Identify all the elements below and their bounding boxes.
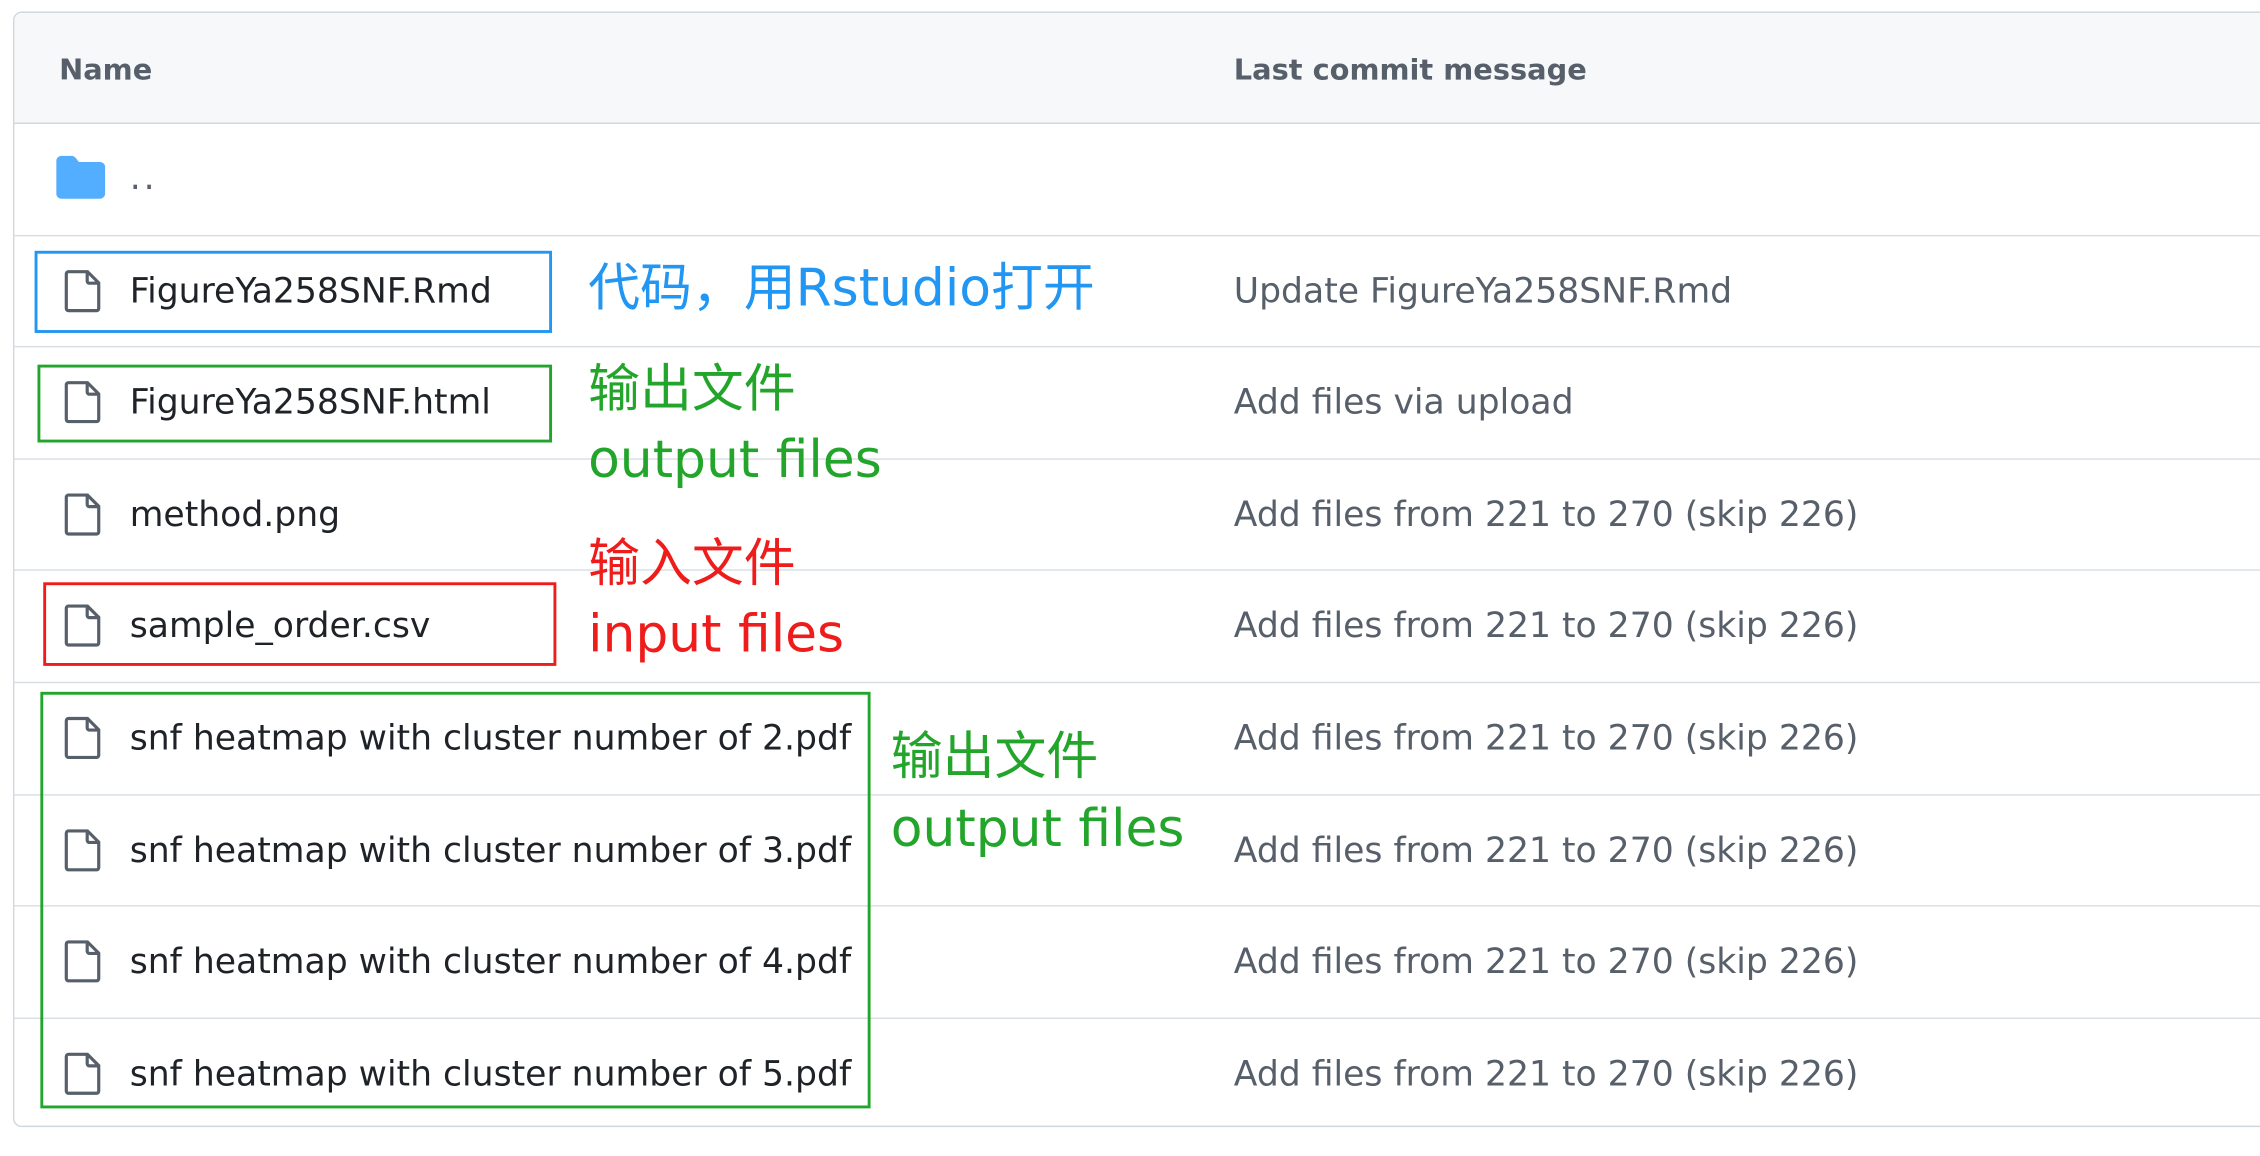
- commit-message-link[interactable]: Update FigureYa258SNF.Rmd: [1234, 269, 1732, 312]
- parent-directory-link[interactable]: ..: [130, 156, 158, 199]
- commit-message-link[interactable]: Add files from 221 to 270 (skip 226): [1234, 828, 1859, 871]
- commit-message-link[interactable]: Add files from 221 to 270 (skip 226): [1234, 940, 1859, 983]
- file-name-link[interactable]: method.png: [130, 493, 340, 536]
- file-icon: [64, 493, 101, 536]
- column-header-name: Name: [59, 51, 153, 87]
- output-annotation-en: output files: [588, 430, 882, 491]
- input-annotation-en: input files: [588, 605, 845, 665]
- input-file-highlight-box: [43, 582, 557, 666]
- table-row[interactable]: method.png Add files from 221 to 270 (sk…: [14, 459, 2260, 572]
- code-annotation: 代码，用Rstudio打开: [588, 259, 1095, 319]
- pdf-outputs-highlight-box: [40, 691, 871, 1109]
- output-annotation-cn: 输出文件: [588, 360, 796, 420]
- pdf-output-annotation-cn: 输出文件: [890, 727, 1099, 787]
- commit-message-link[interactable]: Add files via upload: [1234, 381, 1574, 424]
- pdf-output-annotation-en: output files: [890, 799, 1185, 860]
- column-header-commit: Last commit message: [1233, 51, 1587, 87]
- output-file-highlight-box: [37, 364, 553, 443]
- commit-message-link[interactable]: Add files from 221 to 270 (skip 226): [1234, 604, 1859, 647]
- commit-message-link[interactable]: Add files from 221 to 270 (skip 226): [1234, 1052, 1859, 1095]
- commit-message-link[interactable]: Add files from 221 to 270 (skip 226): [1234, 493, 1859, 536]
- commit-message-link[interactable]: Add files from 221 to 270 (skip 226): [1234, 716, 1859, 759]
- parent-directory-row[interactable]: ..: [14, 124, 2260, 236]
- code-file-highlight-box: [34, 250, 553, 333]
- input-annotation-cn: 输入文件: [588, 534, 796, 594]
- folder-icon: [56, 155, 106, 199]
- table-header: Name Last commit message: [14, 12, 2260, 124]
